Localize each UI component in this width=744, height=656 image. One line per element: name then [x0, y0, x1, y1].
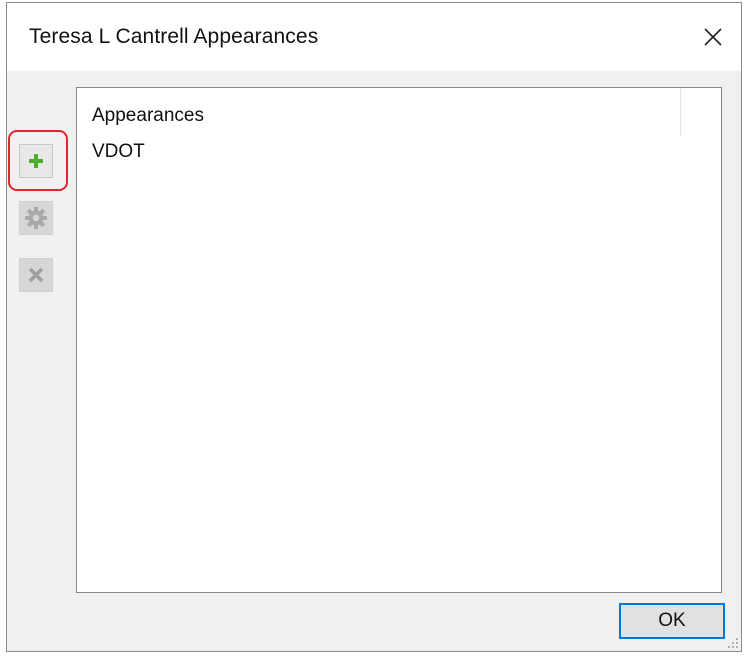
settings-button[interactable] [19, 201, 53, 235]
list-item[interactable]: VDOT [77, 136, 681, 168]
appearances-dialog: Teresa L Cantrell Appearances Appearance… [6, 2, 742, 652]
remove-appearance-button[interactable] [19, 258, 53, 292]
gear-icon [25, 207, 47, 229]
ok-button[interactable]: OK [619, 603, 725, 639]
column-header-label: Appearances [92, 105, 204, 126]
close-icon [704, 28, 722, 46]
list-column-header[interactable]: Appearances [77, 88, 681, 136]
ok-button-label: OK [658, 610, 686, 631]
plus-icon [29, 154, 43, 168]
add-appearance-button[interactable] [19, 144, 53, 178]
list-item-label: VDOT [92, 141, 145, 162]
title-bar: Teresa L Cantrell Appearances [7, 3, 741, 71]
resize-grip-icon[interactable] [727, 637, 739, 649]
close-button[interactable] [685, 3, 741, 71]
appearances-list[interactable]: Appearances VDOT [76, 87, 722, 593]
window-title: Teresa L Cantrell Appearances [29, 25, 319, 48]
x-icon [28, 267, 44, 283]
